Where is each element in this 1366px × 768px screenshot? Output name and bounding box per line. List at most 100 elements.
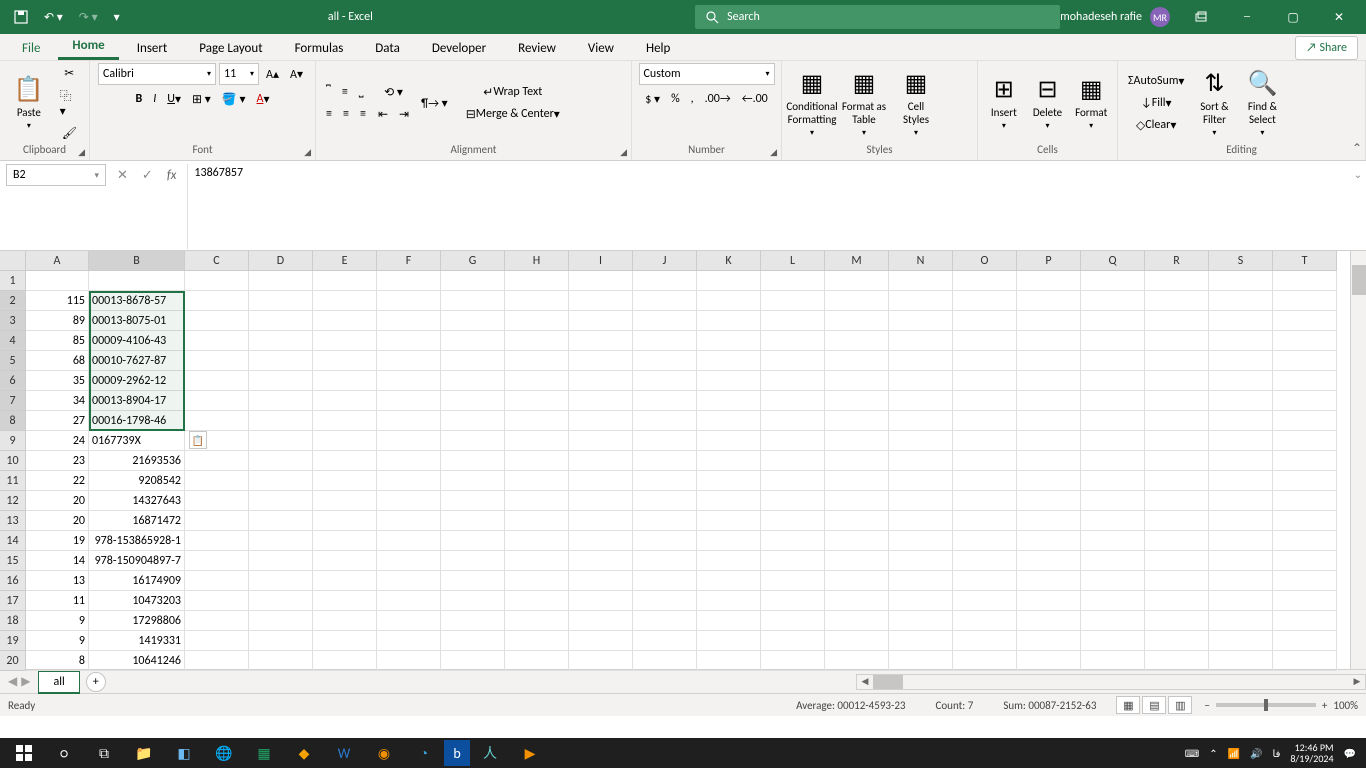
cell[interactable]	[249, 471, 313, 491]
cell[interactable]	[441, 651, 505, 671]
cell[interactable]	[1081, 631, 1145, 651]
cell[interactable]	[441, 291, 505, 311]
sheet-nav-next[interactable]: ▶	[21, 674, 30, 689]
cell[interactable]	[1209, 631, 1273, 651]
cell[interactable]	[889, 391, 953, 411]
align-left-button[interactable]: ≡	[322, 104, 336, 124]
find-select-button[interactable]: 🔍Find & Select▾	[1240, 69, 1284, 137]
column-header[interactable]: G	[441, 251, 505, 271]
cell[interactable]	[697, 411, 761, 431]
cell[interactable]: 978-153865928-1	[89, 531, 185, 551]
column-header[interactable]: Q	[1081, 251, 1145, 271]
cell[interactable]	[825, 431, 889, 451]
cell[interactable]	[825, 631, 889, 651]
cell[interactable]: 9208542	[89, 471, 185, 491]
cell[interactable]	[1273, 531, 1337, 551]
cell[interactable]	[1145, 311, 1209, 331]
cell[interactable]	[825, 531, 889, 551]
cell[interactable]	[1081, 331, 1145, 351]
cell[interactable]	[825, 611, 889, 631]
cell[interactable]	[1081, 571, 1145, 591]
cell[interactable]	[953, 491, 1017, 511]
cell[interactable]	[377, 291, 441, 311]
cell[interactable]	[1017, 511, 1081, 531]
cell[interactable]	[1273, 411, 1337, 431]
cell[interactable]	[953, 471, 1017, 491]
column-header[interactable]: M	[825, 251, 889, 271]
cell[interactable]	[633, 331, 697, 351]
cell[interactable]	[1209, 411, 1273, 431]
zoom-in-button[interactable]: +	[1322, 699, 1327, 712]
cell[interactable]	[633, 551, 697, 571]
cell[interactable]	[761, 571, 825, 591]
cell[interactable]	[697, 291, 761, 311]
zoom-out-button[interactable]: −	[1204, 699, 1209, 712]
column-header[interactable]: E	[313, 251, 377, 271]
cell[interactable]	[889, 371, 953, 391]
tab-review[interactable]: Review	[504, 37, 570, 60]
cell[interactable]	[1273, 351, 1337, 371]
fill-button[interactable]: ↓ Fill ▾	[1124, 93, 1188, 113]
cell[interactable]	[441, 491, 505, 511]
column-header[interactable]: P	[1017, 251, 1081, 271]
cell[interactable]	[505, 451, 569, 471]
page-layout-view-button[interactable]: ▤	[1142, 696, 1166, 714]
formula-bar[interactable]: 13867857	[187, 164, 1350, 249]
cell[interactable]	[569, 491, 633, 511]
cell[interactable]	[313, 271, 377, 291]
cell[interactable]	[313, 511, 377, 531]
cell[interactable]	[313, 351, 377, 371]
cell[interactable]	[1209, 451, 1273, 471]
cell[interactable]	[313, 651, 377, 671]
cell[interactable]	[185, 511, 249, 531]
cell[interactable]	[441, 271, 505, 291]
cell[interactable]	[1081, 391, 1145, 411]
column-header[interactable]: L	[761, 251, 825, 271]
cell[interactable]	[185, 551, 249, 571]
cell[interactable]	[249, 571, 313, 591]
ime-icon[interactable]: ⌨	[1185, 747, 1199, 760]
cell[interactable]	[761, 551, 825, 571]
insert-function-button[interactable]: fx	[164, 168, 180, 183]
cell[interactable]	[569, 471, 633, 491]
cell[interactable]	[1017, 271, 1081, 291]
cell[interactable]	[761, 451, 825, 471]
cell[interactable]	[185, 391, 249, 411]
app-icon[interactable]: ◧	[164, 738, 204, 768]
cell[interactable]	[1209, 351, 1273, 371]
cut-button[interactable]: ✂	[56, 63, 83, 83]
format-as-table-button[interactable]: ▦Format as Table▾	[840, 69, 888, 137]
cell[interactable]	[825, 511, 889, 531]
cell[interactable]	[825, 291, 889, 311]
cell[interactable]	[249, 311, 313, 331]
cell[interactable]	[1145, 611, 1209, 631]
cell[interactable]	[633, 431, 697, 451]
row-header[interactable]: 6	[0, 371, 26, 391]
avatar[interactable]: MR	[1150, 7, 1170, 27]
row-header[interactable]: 10	[0, 451, 26, 471]
cell[interactable]	[697, 551, 761, 571]
cell[interactable]	[697, 351, 761, 371]
cell[interactable]	[889, 531, 953, 551]
cell[interactable]	[249, 651, 313, 671]
cell[interactable]	[761, 411, 825, 431]
cell[interactable]: 35	[26, 371, 89, 391]
row-header[interactable]: 11	[0, 471, 26, 491]
decrease-indent-button[interactable]: ⇤	[374, 104, 392, 124]
cell[interactable]: 17298806	[89, 611, 185, 631]
cell[interactable]	[1081, 431, 1145, 451]
cell[interactable]	[761, 631, 825, 651]
cell[interactable]	[249, 451, 313, 471]
cell[interactable]	[761, 291, 825, 311]
percent-button[interactable]: %	[667, 89, 684, 109]
cell[interactable]	[313, 491, 377, 511]
cell[interactable]	[697, 331, 761, 351]
cell[interactable]	[441, 311, 505, 331]
cell[interactable]	[633, 651, 697, 671]
cell[interactable]	[1273, 611, 1337, 631]
cell[interactable]	[825, 591, 889, 611]
cell[interactable]	[505, 491, 569, 511]
sheet-nav-prev[interactable]: ◀	[8, 674, 17, 689]
cell[interactable]	[1273, 571, 1337, 591]
column-header[interactable]: N	[889, 251, 953, 271]
